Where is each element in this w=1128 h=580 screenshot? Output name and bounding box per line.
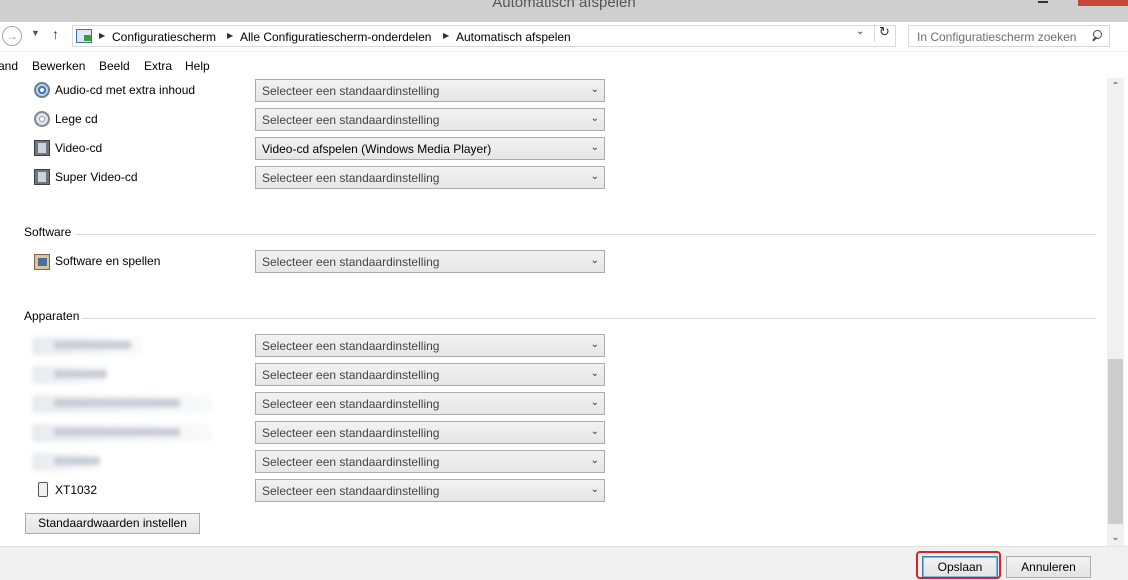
- section-divider: [76, 234, 1096, 235]
- super-video-cd-icon: [34, 169, 50, 185]
- menu-bar: and Bewerken Beeld Extra Help: [0, 55, 1128, 77]
- menu-view[interactable]: Beeld: [99, 59, 130, 73]
- chevron-down-icon: ⌄: [590, 368, 599, 379]
- device-row-blurred: [32, 395, 212, 413]
- search-box[interactable]: [908, 25, 1110, 47]
- chevron-down-icon: ⌄: [590, 142, 599, 153]
- device-row-blurred: [32, 424, 212, 442]
- save-highlight-outline: [916, 551, 1001, 579]
- super-video-cd-select[interactable]: Selecteer een standaardinstelling ⌄: [255, 166, 605, 189]
- search-icon[interactable]: [1091, 29, 1103, 43]
- device-select[interactable]: Selecteer een standaardinstelling ⌄: [255, 334, 605, 357]
- title-bar: Automatisch afspelen: [0, 0, 1128, 22]
- audio-cd-icon: [34, 82, 50, 98]
- breadcrumb-separator-icon[interactable]: ▶: [99, 31, 105, 40]
- row-label: Software en spellen: [55, 254, 161, 268]
- menu-tools[interactable]: Extra: [144, 59, 172, 73]
- chevron-down-icon: ⌄: [590, 255, 599, 266]
- audio-cd-extra-select[interactable]: Selecteer een standaardinstelling ⌄: [255, 79, 605, 102]
- breadcrumb-separator-icon[interactable]: ▶: [443, 31, 449, 40]
- breadcrumb-all-items[interactable]: Alle Configuratiescherm-onderdelen: [240, 30, 431, 44]
- row-label: Audio-cd met extra inhoud: [55, 83, 196, 97]
- address-history-dropdown[interactable]: ⌄: [856, 26, 864, 37]
- video-cd-icon: [34, 140, 50, 156]
- menu-edit[interactable]: Bewerken: [32, 59, 85, 73]
- vertical-scrollbar[interactable]: ⌃ ⌄: [1107, 78, 1124, 546]
- back-button[interactable]: →: [2, 26, 22, 46]
- close-button[interactable]: [1078, 0, 1128, 6]
- chevron-down-icon: ⌄: [590, 455, 599, 466]
- device-row-blurred: [32, 366, 107, 384]
- up-button[interactable]: ↑: [52, 26, 59, 42]
- device-select[interactable]: Selecteer een standaardinstelling ⌄: [255, 450, 605, 473]
- chevron-down-icon: ⌄: [590, 397, 599, 408]
- software-games-select[interactable]: Selecteer een standaardinstelling ⌄: [255, 250, 605, 273]
- blank-cd-icon: [34, 111, 50, 127]
- chevron-down-icon: ⌄: [590, 113, 599, 124]
- section-divider: [82, 318, 1096, 319]
- software-icon: [34, 254, 50, 270]
- chevron-down-icon: ⌄: [590, 339, 599, 350]
- recent-locations-dropdown[interactable]: ▼: [31, 28, 40, 38]
- scroll-down-icon[interactable]: ⌄: [1107, 529, 1124, 546]
- xt1032-select[interactable]: Selecteer een standaardinstelling ⌄: [255, 479, 605, 502]
- scroll-up-icon[interactable]: ⌃: [1107, 78, 1124, 95]
- row-label: Video-cd: [55, 141, 103, 155]
- refresh-icon[interactable]: ↻: [874, 24, 894, 42]
- row-label: Super Video-cd: [55, 170, 138, 184]
- minimize-button[interactable]: [1038, 0, 1050, 3]
- device-row-blurred: [32, 337, 142, 355]
- software-section-title: Software: [24, 225, 72, 239]
- blank-cd-select[interactable]: Selecteer een standaardinstelling ⌄: [255, 108, 605, 131]
- menu-help[interactable]: Help: [185, 59, 210, 73]
- video-cd-select[interactable]: Video-cd afspelen (Windows Media Player)…: [255, 137, 605, 160]
- chevron-down-icon: ⌄: [590, 484, 599, 495]
- row-label: XT1032: [55, 483, 98, 497]
- chevron-down-icon: ⌄: [590, 84, 599, 95]
- cancel-button[interactable]: Annuleren: [1006, 556, 1091, 578]
- search-input[interactable]: [917, 29, 1087, 44]
- device-row-blurred: [32, 453, 100, 471]
- row-label: Lege cd: [55, 112, 98, 126]
- device-select[interactable]: Selecteer een standaardinstelling ⌄: [255, 421, 605, 444]
- address-bar[interactable]: ▶ Configuratiescherm ▶ Alle Configuratie…: [72, 25, 896, 47]
- breadcrumb-separator-icon[interactable]: ▶: [227, 31, 233, 40]
- control-panel-icon: [76, 29, 92, 43]
- device-select[interactable]: Selecteer een standaardinstelling ⌄: [255, 392, 605, 415]
- device-select[interactable]: Selecteer een standaardinstelling ⌄: [255, 363, 605, 386]
- window-title: Automatisch afspelen: [492, 0, 636, 11]
- autoplay-settings-panel: Audio-cd met extra inhoud Selecteer een …: [0, 78, 1108, 546]
- breadcrumb-autoplay[interactable]: Automatisch afspelen: [456, 30, 571, 44]
- breadcrumb-control-panel[interactable]: Configuratiescherm: [112, 30, 216, 44]
- chevron-down-icon: ⌄: [590, 426, 599, 437]
- chevron-down-icon: ⌄: [590, 171, 599, 182]
- devices-section-title: Apparaten: [24, 309, 80, 323]
- address-bar-row: → ▼ ↑ ▶ Configuratiescherm ▶ Alle Config…: [0, 22, 1128, 52]
- phone-device-icon: [34, 481, 50, 497]
- menu-file[interactable]: and: [0, 59, 18, 73]
- reset-defaults-button[interactable]: Standaardwaarden instellen: [25, 513, 200, 534]
- scroll-thumb[interactable]: [1108, 359, 1123, 524]
